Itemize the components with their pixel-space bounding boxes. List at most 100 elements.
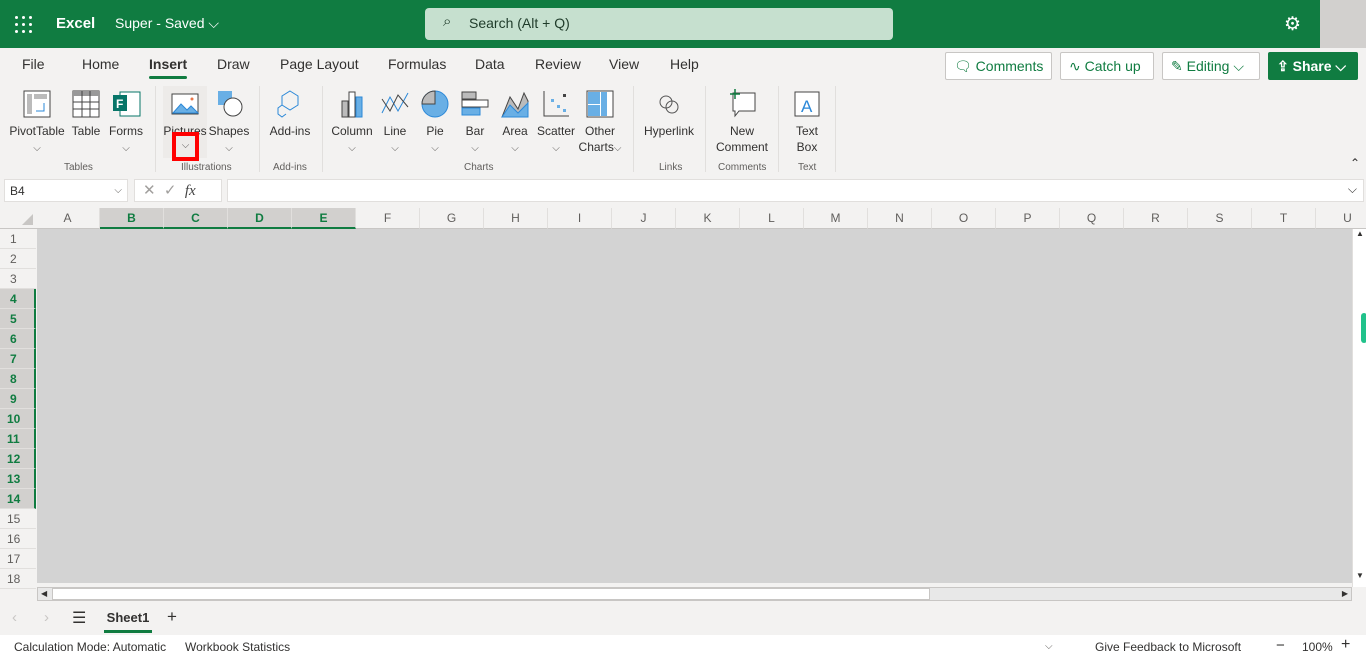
editing-mode-button[interactable]: ✎ Editing ⌵ xyxy=(1162,52,1260,80)
row-header-3[interactable]: 3 xyxy=(0,269,36,289)
search-input[interactable]: ⌕ Search (Alt + Q) xyxy=(425,8,893,40)
tab-help[interactable]: Help xyxy=(670,56,699,72)
document-title[interactable]: Super - Saved ⌵ xyxy=(115,15,219,32)
column-header-G[interactable]: G xyxy=(420,208,484,229)
formula-input[interactable]: ⌵ xyxy=(227,179,1364,202)
sheet-tab-sheet1[interactable]: Sheet1 xyxy=(104,603,152,633)
column-header-T[interactable]: T xyxy=(1252,208,1316,229)
tab-home[interactable]: Home xyxy=(82,56,119,72)
add-ins-button[interactable]: Add-ins xyxy=(266,89,314,139)
row-header-5[interactable]: 5 xyxy=(0,309,36,329)
tab-formulas[interactable]: Formulas xyxy=(388,56,446,72)
bar-chart-button[interactable]: Bar ⌵ xyxy=(458,89,492,157)
name-box[interactable]: B4 ⌵ xyxy=(4,179,128,202)
row-header-1[interactable]: 1 xyxy=(0,229,36,249)
select-all-button[interactable] xyxy=(0,208,37,229)
area-chart-button[interactable]: Area ⌵ xyxy=(498,89,532,157)
column-header-D[interactable]: D xyxy=(228,208,292,229)
shapes-button[interactable]: Shapes ⌵ xyxy=(208,89,250,157)
tab-review[interactable]: Review xyxy=(535,56,581,72)
zoom-in-icon[interactable]: + xyxy=(1341,636,1350,654)
scroll-down-icon[interactable]: ▼ xyxy=(1356,571,1364,580)
zoom-out-icon[interactable]: − xyxy=(1276,637,1285,654)
workbook-statistics[interactable]: Workbook Statistics xyxy=(185,640,290,654)
tab-view[interactable]: View xyxy=(609,56,639,72)
scroll-up-icon[interactable]: ▲ xyxy=(1356,229,1364,238)
column-header-M[interactable]: M xyxy=(804,208,868,229)
status-chevron-icon[interactable]: ⌵ xyxy=(1045,641,1053,652)
tab-data[interactable]: Data xyxy=(475,56,505,72)
app-launcher-icon[interactable] xyxy=(15,16,33,34)
column-header-P[interactable]: P xyxy=(996,208,1060,229)
comments-button[interactable]: 🗨 Comments xyxy=(945,52,1052,80)
row-header-17[interactable]: 17 xyxy=(0,549,36,569)
scroll-left-icon[interactable]: ◀ xyxy=(41,589,47,598)
vertical-scrollbar[interactable]: ▲ ▼ xyxy=(1352,229,1366,587)
text-box-button[interactable]: A Text Box xyxy=(786,89,828,155)
column-header-I[interactable]: I xyxy=(548,208,612,229)
column-header-K[interactable]: K xyxy=(676,208,740,229)
collapse-ribbon-icon[interactable]: ⌃ xyxy=(1350,156,1360,170)
scatter-chart-button[interactable]: Scatter ⌵ xyxy=(536,89,576,157)
table-button[interactable]: Table xyxy=(68,89,104,139)
row-header-11[interactable]: 11 xyxy=(0,429,36,449)
tab-draw[interactable]: Draw xyxy=(217,56,250,72)
row-header-8[interactable]: 8 xyxy=(0,369,36,389)
column-header-J[interactable]: J xyxy=(612,208,676,229)
horizontal-scrollbar[interactable]: ◀ ▶ xyxy=(37,587,1352,601)
column-header-L[interactable]: L xyxy=(740,208,804,229)
zoom-level[interactable]: 100% xyxy=(1302,640,1333,654)
all-sheets-menu-icon[interactable]: ☰ xyxy=(72,608,86,628)
tab-file[interactable]: File xyxy=(22,56,45,72)
enter-check-icon[interactable]: ✓ xyxy=(164,182,177,199)
row-header-15[interactable]: 15 xyxy=(0,509,36,529)
insert-function-icon[interactable]: fx xyxy=(185,183,196,199)
row-header-4[interactable]: 4 xyxy=(0,289,36,309)
scroll-right-icon[interactable]: ▶ xyxy=(1342,589,1348,598)
column-header-N[interactable]: N xyxy=(868,208,932,229)
column-header-Q[interactable]: Q xyxy=(1060,208,1124,229)
scroll-thumb[interactable] xyxy=(52,588,930,600)
column-chart-button[interactable]: Column ⌵ xyxy=(330,89,374,157)
column-header-U[interactable]: U xyxy=(1316,208,1366,229)
row-header-14[interactable]: 14 xyxy=(0,489,36,509)
next-sheet-icon[interactable]: › xyxy=(44,609,49,626)
pictures-dropdown-highlight[interactable]: ⌵ xyxy=(172,132,199,161)
column-header-E[interactable]: E xyxy=(292,208,356,229)
column-header-C[interactable]: C xyxy=(164,208,228,229)
calculation-mode[interactable]: Calculation Mode: Automatic xyxy=(14,640,166,654)
share-button[interactable]: ⇪ Share ⌵ xyxy=(1268,52,1358,80)
row-header-9[interactable]: 9 xyxy=(0,389,36,409)
catch-up-button[interactable]: ∿ Catch up xyxy=(1060,52,1154,80)
row-header-2[interactable]: 2 xyxy=(0,249,36,269)
add-sheet-icon[interactable]: + xyxy=(167,607,177,627)
column-header-S[interactable]: S xyxy=(1188,208,1252,229)
settings-gear-icon[interactable]: ⚙ xyxy=(1284,13,1301,36)
row-header-16[interactable]: 16 xyxy=(0,529,36,549)
column-header-A[interactable]: A xyxy=(36,208,100,229)
column-header-F[interactable]: F xyxy=(356,208,420,229)
forms-button[interactable]: F Forms ⌵ xyxy=(106,89,146,157)
row-header-18[interactable]: 18 xyxy=(0,569,36,589)
prev-sheet-icon[interactable]: ‹ xyxy=(12,609,17,626)
hyperlink-button[interactable]: Hyperlink xyxy=(641,89,697,139)
row-header-12[interactable]: 12 xyxy=(0,449,36,469)
column-header-B[interactable]: B xyxy=(100,208,164,229)
avatar[interactable] xyxy=(1320,0,1366,48)
feedback-link[interactable]: Give Feedback to Microsoft xyxy=(1095,640,1241,654)
scroll-indicator[interactable] xyxy=(1361,313,1366,343)
pie-chart-button[interactable]: Pie ⌵ xyxy=(418,89,452,157)
new-comment-button[interactable]: New Comment xyxy=(712,89,772,155)
other-charts-button[interactable]: Other Charts⌵ xyxy=(578,89,622,157)
row-header-7[interactable]: 7 xyxy=(0,349,36,369)
row-header-13[interactable]: 13 xyxy=(0,469,36,489)
tab-insert[interactable]: Insert xyxy=(149,56,188,79)
row-header-6[interactable]: 6 xyxy=(0,329,36,349)
pivottable-button[interactable]: PivotTable ⌵ xyxy=(8,89,66,157)
line-chart-button[interactable]: Line ⌵ xyxy=(378,89,412,157)
tab-page-layout[interactable]: Page Layout xyxy=(280,56,359,72)
column-header-H[interactable]: H xyxy=(484,208,548,229)
cancel-icon[interactable]: ✕ xyxy=(143,182,156,199)
column-header-O[interactable]: O xyxy=(932,208,996,229)
column-header-R[interactable]: R xyxy=(1124,208,1188,229)
